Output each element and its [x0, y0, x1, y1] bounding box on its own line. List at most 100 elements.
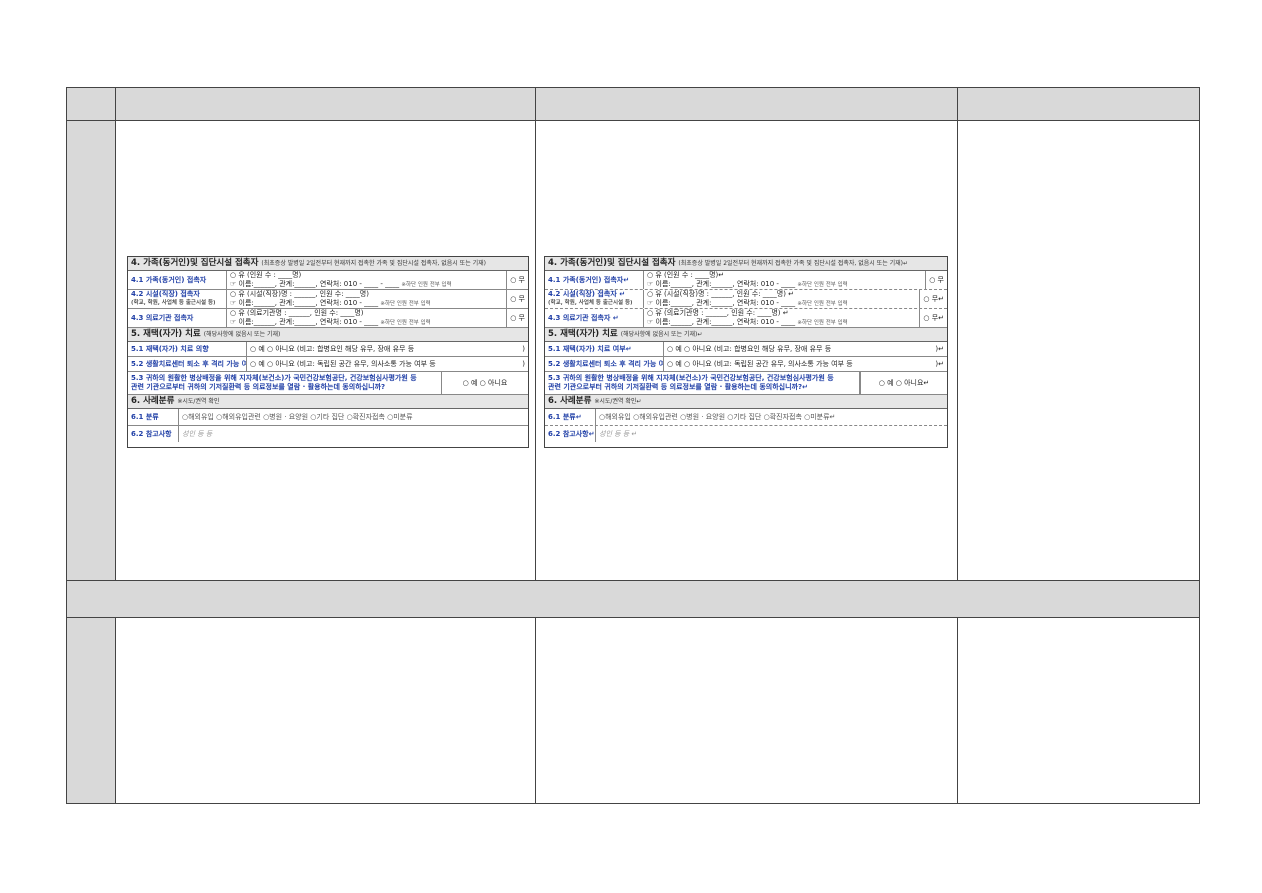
row-4-2-label: 4.2 시설(직장) 접촉자 [131, 290, 200, 298]
section-6-note: ※시도/권역 확인↵ [594, 398, 642, 405]
section-band-row [66, 580, 1200, 618]
content-row-2 [66, 617, 1200, 804]
row-4-1-label: 4.1 가족(동거인) 접촉자 [128, 271, 227, 289]
row-4-1-line2: ☞ 이름:______, 관계:______, 연락처: 010 - ____ … [230, 279, 400, 288]
section-5-title: 5. 재택(자가) 치료 [131, 329, 201, 339]
row-4-1-value: ○ 유 (인원 수 : ____명)↵ ☞ 이름:______, 관계:____… [644, 271, 925, 289]
row2-after-cell [535, 617, 958, 804]
row-4-1-value: ○ 유 (인원 수 : ____명) ☞ 이름:______, 관계:_____… [227, 271, 506, 289]
row-4-3-value: ○ 유 (의료기관명 : ______, 인원 수: ____명) ↵ ☞ 이름… [644, 309, 919, 327]
row-6-1-options[interactable]: ○해외유입 ○해외유입관련 ○병원 · 요양원 ○기타 집단 ○확진자접촉 ○미… [179, 409, 528, 425]
row-5-1-label: 5.1 재택(자가) 치료 의향 [128, 342, 247, 356]
section-5-header: 5. 재택(자가) 치료 (해당사항에 없음시 또는 기재)↵ [545, 328, 947, 342]
row-5-2-value[interactable]: ○ 예 ○ 아니요 (비고: 독립된 공간 유무, 의사소통 가능 여부 등 )↵ [664, 357, 947, 371]
row-6-1-options[interactable]: ○해외유입 ○해외유입관련 ○병원 · 요양원 ○기타 집단 ○확진자접촉 ○미… [596, 409, 947, 425]
row-5-2-tail: )↵ [935, 359, 944, 368]
row-5-3-text1: 5.3 귀하의 원활한 병상배정을 위해 지자체(보건소)가 국민건강보험공단,… [131, 374, 417, 382]
row-4-2-hint: ※하단 인원 전부 입력 [797, 300, 848, 307]
row-5-3-text2: 관련 기관으로부터 귀하의 기저질환력 등 의료정보를 열람 · 활용하는데 동… [131, 383, 386, 391]
row-4-1-hint: ※하단 인원 전부 입력 [401, 281, 452, 288]
section-6-title: 6. 사례분류 [548, 396, 592, 406]
section-5-note: (해당사항에 없음시 또는 기재) [203, 331, 281, 338]
row-4-3-label: 4.3 의료기관 접촉자 ↵ [545, 309, 644, 327]
row-5-1-value[interactable]: ○ 예 ○ 아니요 (비고: 합병요인 해당 유무, 장애 유무 등) [247, 342, 528, 356]
row-4-3-line1: ○ 유 (의료기관명 : ______, 인원 수: ____명) ↵ [647, 309, 789, 317]
row-4-3: 4.3 의료기관 접촉자 ↵ ○ 유 (의료기관명 : ______, 인원 수… [545, 309, 947, 328]
row-4-1-line2: ☞ 이름:______, 관계:______, 연락처: 010 - ____ [647, 279, 796, 288]
section-6-header: 6. 사례분류 ※시도/권역 확인 [128, 395, 528, 409]
row-4-2-label-cell: 4.2 시설(직장) 접촉자 (학교, 학원, 사업체 등 출근시설 등) [128, 290, 227, 308]
row-5-1-label: 5.1 재택(자가) 치료 여부↵ [545, 342, 664, 356]
row-4-3-line2: ☞ 이름:______, 관계:______, 연락처: 010 - ____ [647, 317, 796, 326]
row-6-1: 6.1 분류↵ ○해외유입 ○해외유입관련 ○병원 · 요양원 ○기타 집단 ○… [545, 409, 947, 426]
section-4-note: (최초증상 발병일 2일전부터 현재까지 접촉한 가족 및 집단시설 접촉자, … [678, 260, 909, 267]
row-4-3-hint: ※하단 인원 전부 입력 [797, 319, 848, 326]
section-4-header: 4. 가족(동거인)및 집단시설 접촉자 (최초증상 발병일 2일전부터 현재까… [545, 257, 947, 271]
row-6-1: 6.1 분류 ○해외유입 ○해외유입관련 ○병원 · 요양원 ○기타 집단 ○확… [128, 409, 528, 426]
section-5-header: 5. 재택(자가) 치료 (해당사항에 없음시 또는 기재) [128, 328, 528, 342]
row1-number-cell [66, 120, 116, 581]
row-5-3-option[interactable]: ○ 예 ○ 아니요↵ [860, 372, 947, 394]
row-4-3-option[interactable]: ○ 무↵ [919, 309, 947, 327]
row-6-2: 6.2 참고사항 성인 등 등 [128, 426, 528, 442]
row-6-2-value[interactable]: 성인 등 등 [179, 426, 528, 442]
row-4-1: 4.1 가족(동거인) 접촉자↵ ○ 유 (인원 수 : ____명)↵ ☞ 이… [545, 271, 947, 290]
row-5-1: 5.1 재택(자가) 치료 의향 ○ 예 ○ 아니요 (비고: 합병요인 해당 … [128, 342, 528, 357]
row-4-2: 4.2 시설(직장) 접촉자 ↵ (학교, 학원, 사업체 등 출근시설 등) … [545, 290, 947, 309]
row-4-1-option[interactable]: ○ 무 [506, 271, 528, 289]
header-cell-before [115, 87, 536, 121]
row-5-2-tail: ) [522, 359, 525, 368]
row-4-3-line1: ○ 유 (의료기관명 : ______, 인원 수: ____명) [230, 309, 364, 317]
row-4-3-line2: ☞ 이름:______, 관계:______, 연락처: 010 - ____ [230, 317, 379, 326]
row-4-3-option[interactable]: ○ 무 [506, 309, 528, 327]
section-6-header: 6. 사례분류 ※시도/권역 확인↵ [545, 395, 947, 409]
row-4-1-line1: ○ 유 (인원 수 : ____명)↵ [647, 271, 725, 279]
row-5-3: 5.3 귀하의 원활한 병상배정을 위해 지자체(보건소)가 국민건강보험공단,… [128, 372, 528, 395]
row2-number-cell [66, 617, 116, 804]
row-4-2: 4.2 시설(직장) 접촉자 (학교, 학원, 사업체 등 출근시설 등) ○ … [128, 290, 528, 309]
form-before: 4. 가족(동거인)및 집단시설 접촉자 (최초증상 발병일 2일전부터 현재까… [127, 256, 529, 448]
row-6-1-label: 6.1 분류 [128, 409, 179, 425]
row-5-3-option[interactable]: ○ 예 ○ 아니요 [442, 372, 528, 394]
row-5-3-text2: 관련 기관으로부터 귀하의 기저질환력 등 의료정보를 열람 · 활용하는데 동… [548, 383, 808, 391]
row-5-2-text: ○ 예 ○ 아니요 (비고: 독립된 공간 유무, 의사소통 가능 여부 등 [667, 359, 853, 368]
row-4-1-option[interactable]: ○ 무 [925, 271, 947, 289]
row-4-2-option[interactable]: ○ 무↵ [919, 290, 947, 308]
row-4-2-value: ○ 유 (시설(직장)명 : ______, 인원 수: ____명) ☞ 이름… [227, 290, 506, 308]
row-5-2-text: ○ 예 ○ 아니요 (비고: 독립된 공간 유무, 의사소통 가능 여부 등 [250, 359, 436, 368]
row-5-3-question: 5.3 귀하의 원활한 병상배정을 위해 지자체(보건소)가 국민건강보험공단,… [128, 372, 442, 394]
row-4-2-hint: ※하단 인원 전부 입력 [380, 300, 431, 307]
row-4-2-line2: ☞ 이름:______, 관계:______, 연락처: 010 - ____ [647, 298, 796, 307]
row-6-1-label: 6.1 분류↵ [545, 409, 596, 425]
row-4-2-option[interactable]: ○ 무 [506, 290, 528, 308]
header-cell-no [66, 87, 116, 121]
row-5-2: 5.2 생활치료센터 퇴소 후 격리 가능 여부 ○ 예 ○ 아니요 (비고: … [128, 357, 528, 372]
row-4-1-line1: ○ 유 (인원 수 : ____명) [230, 271, 302, 279]
row-4-1: 4.1 가족(동거인) 접촉자 ○ 유 (인원 수 : ____명) ☞ 이름:… [128, 271, 528, 290]
row2-remarks-cell [957, 617, 1200, 804]
section-4-header: 4. 가족(동거인)및 집단시설 접촉자 (최초증상 발병일 2일전부터 현재까… [128, 257, 528, 271]
section-4-note: (최초증상 발병일 2일전부터 현재까지 접촉한 가족 및 집단시설 접촉자, … [261, 260, 487, 267]
header-row [66, 87, 1200, 121]
section-5-title: 5. 재택(자가) 치료 [548, 329, 618, 339]
row-4-2-sublabel: (학교, 학원, 사업체 등 출근시설 등) [131, 300, 216, 306]
row-4-3-label: 4.3 의료기관 접촉자 [128, 309, 227, 327]
row-6-2-label: 6.2 참고사항↵ [545, 426, 596, 442]
row-4-2-sublabel: (학교, 학원, 사업체 등 출근시설 등) [548, 300, 633, 306]
row-5-2-label: 5.2 생활치료센터 퇴소 후 격리 가능 여부↵ [545, 357, 664, 371]
row-5-3-question: 5.3 귀하의 원활한 병상배정을 위해 지자체(보건소)가 국민건강보험공단,… [545, 372, 860, 394]
row-5-1-value[interactable]: ○ 예 ○ 아니요 (비고: 합병요인 해당 유무, 장애 유무 등)↵ [664, 342, 947, 356]
header-cell-remarks [957, 87, 1200, 121]
section-band-cell [66, 580, 1200, 618]
row-4-2-line2: ☞ 이름:______, 관계:______, 연락처: 010 - ____ [230, 298, 379, 307]
row-5-2-value[interactable]: ○ 예 ○ 아니요 (비고: 독립된 공간 유무, 의사소통 가능 여부 등) [247, 357, 528, 371]
section-6-note: ※시도/권역 확인 [177, 398, 220, 405]
row-4-2-label-cell: 4.2 시설(직장) 접촉자 ↵ (학교, 학원, 사업체 등 출근시설 등) [545, 290, 644, 308]
row-4-2-value: ○ 유 (시설(직장)명 : ______, 인원 수: ____명) ↵ ☞ … [644, 290, 919, 308]
row2-before-cell [115, 617, 536, 804]
row-5-3-text1: 5.3 귀하의 원활한 병상배정을 위해 지자체(보건소)가 국민건강보험공단,… [548, 374, 834, 382]
row-6-2: 6.2 참고사항↵ 성인 등 등 ↵ [545, 426, 947, 442]
row-5-1-tail: )↵ [935, 344, 944, 353]
row-5-2-label: 5.2 생활치료센터 퇴소 후 격리 가능 여부 [128, 357, 247, 371]
row-6-2-value[interactable]: 성인 등 등 ↵ [596, 426, 947, 442]
